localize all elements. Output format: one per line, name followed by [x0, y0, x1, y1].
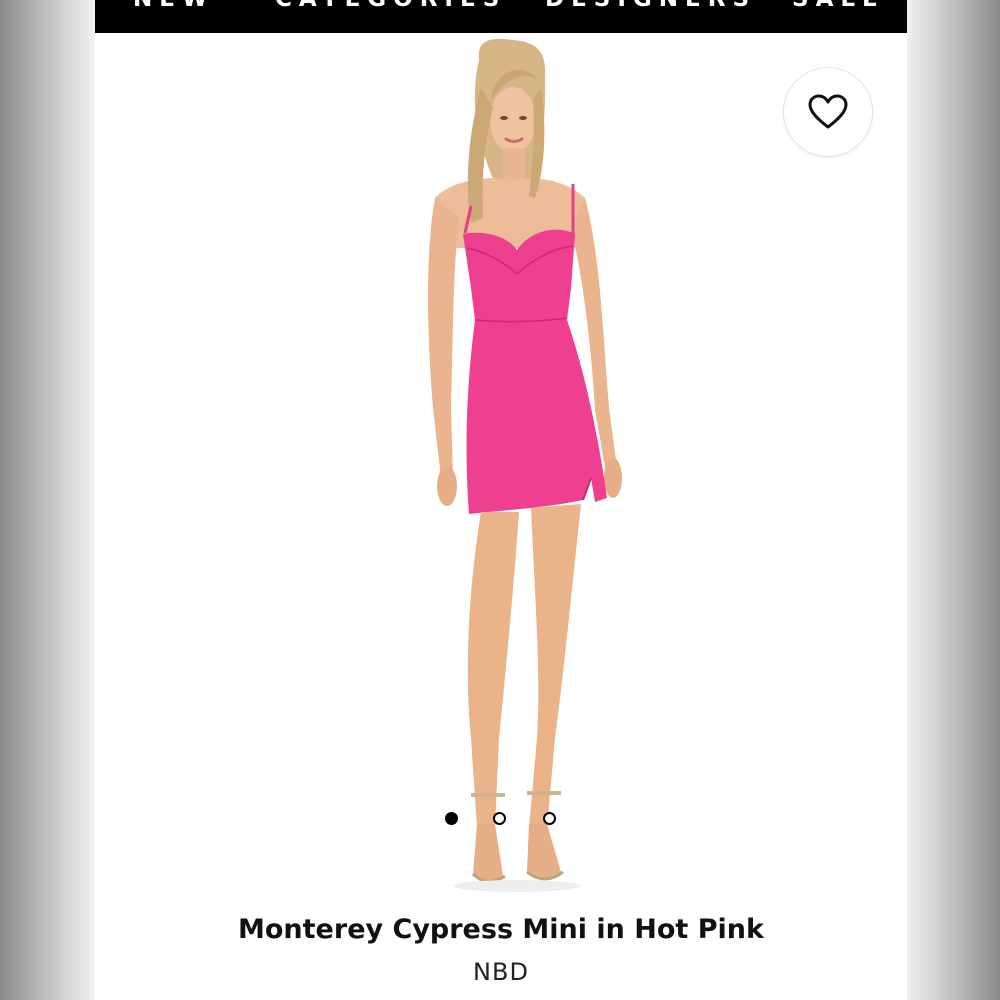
image-dot-1[interactable] [445, 812, 458, 825]
nav-sale[interactable]: SALE [792, 0, 885, 12]
image-dot-3[interactable] [543, 812, 556, 825]
product-title: Monterey Cypress Mini in Hot Pink [238, 914, 764, 945]
heart-icon [808, 94, 848, 129]
nav-designers[interactable]: DESIGNERS [545, 0, 756, 12]
image-dot-2[interactable] [493, 812, 506, 825]
product-brand[interactable]: NBD [95, 958, 907, 986]
nav-new[interactable]: NEW [133, 0, 214, 12]
top-navigation: NEW CATEGORIES DESIGNERS SALE [95, 0, 907, 33]
product-image[interactable] [395, 38, 635, 898]
nav-categories[interactable]: CATEGORIES [275, 0, 506, 12]
favorite-button[interactable] [783, 67, 873, 157]
image-pagination [440, 811, 560, 831]
product-page: NEW CATEGORIES DESIGNERS SALE [95, 0, 907, 1000]
